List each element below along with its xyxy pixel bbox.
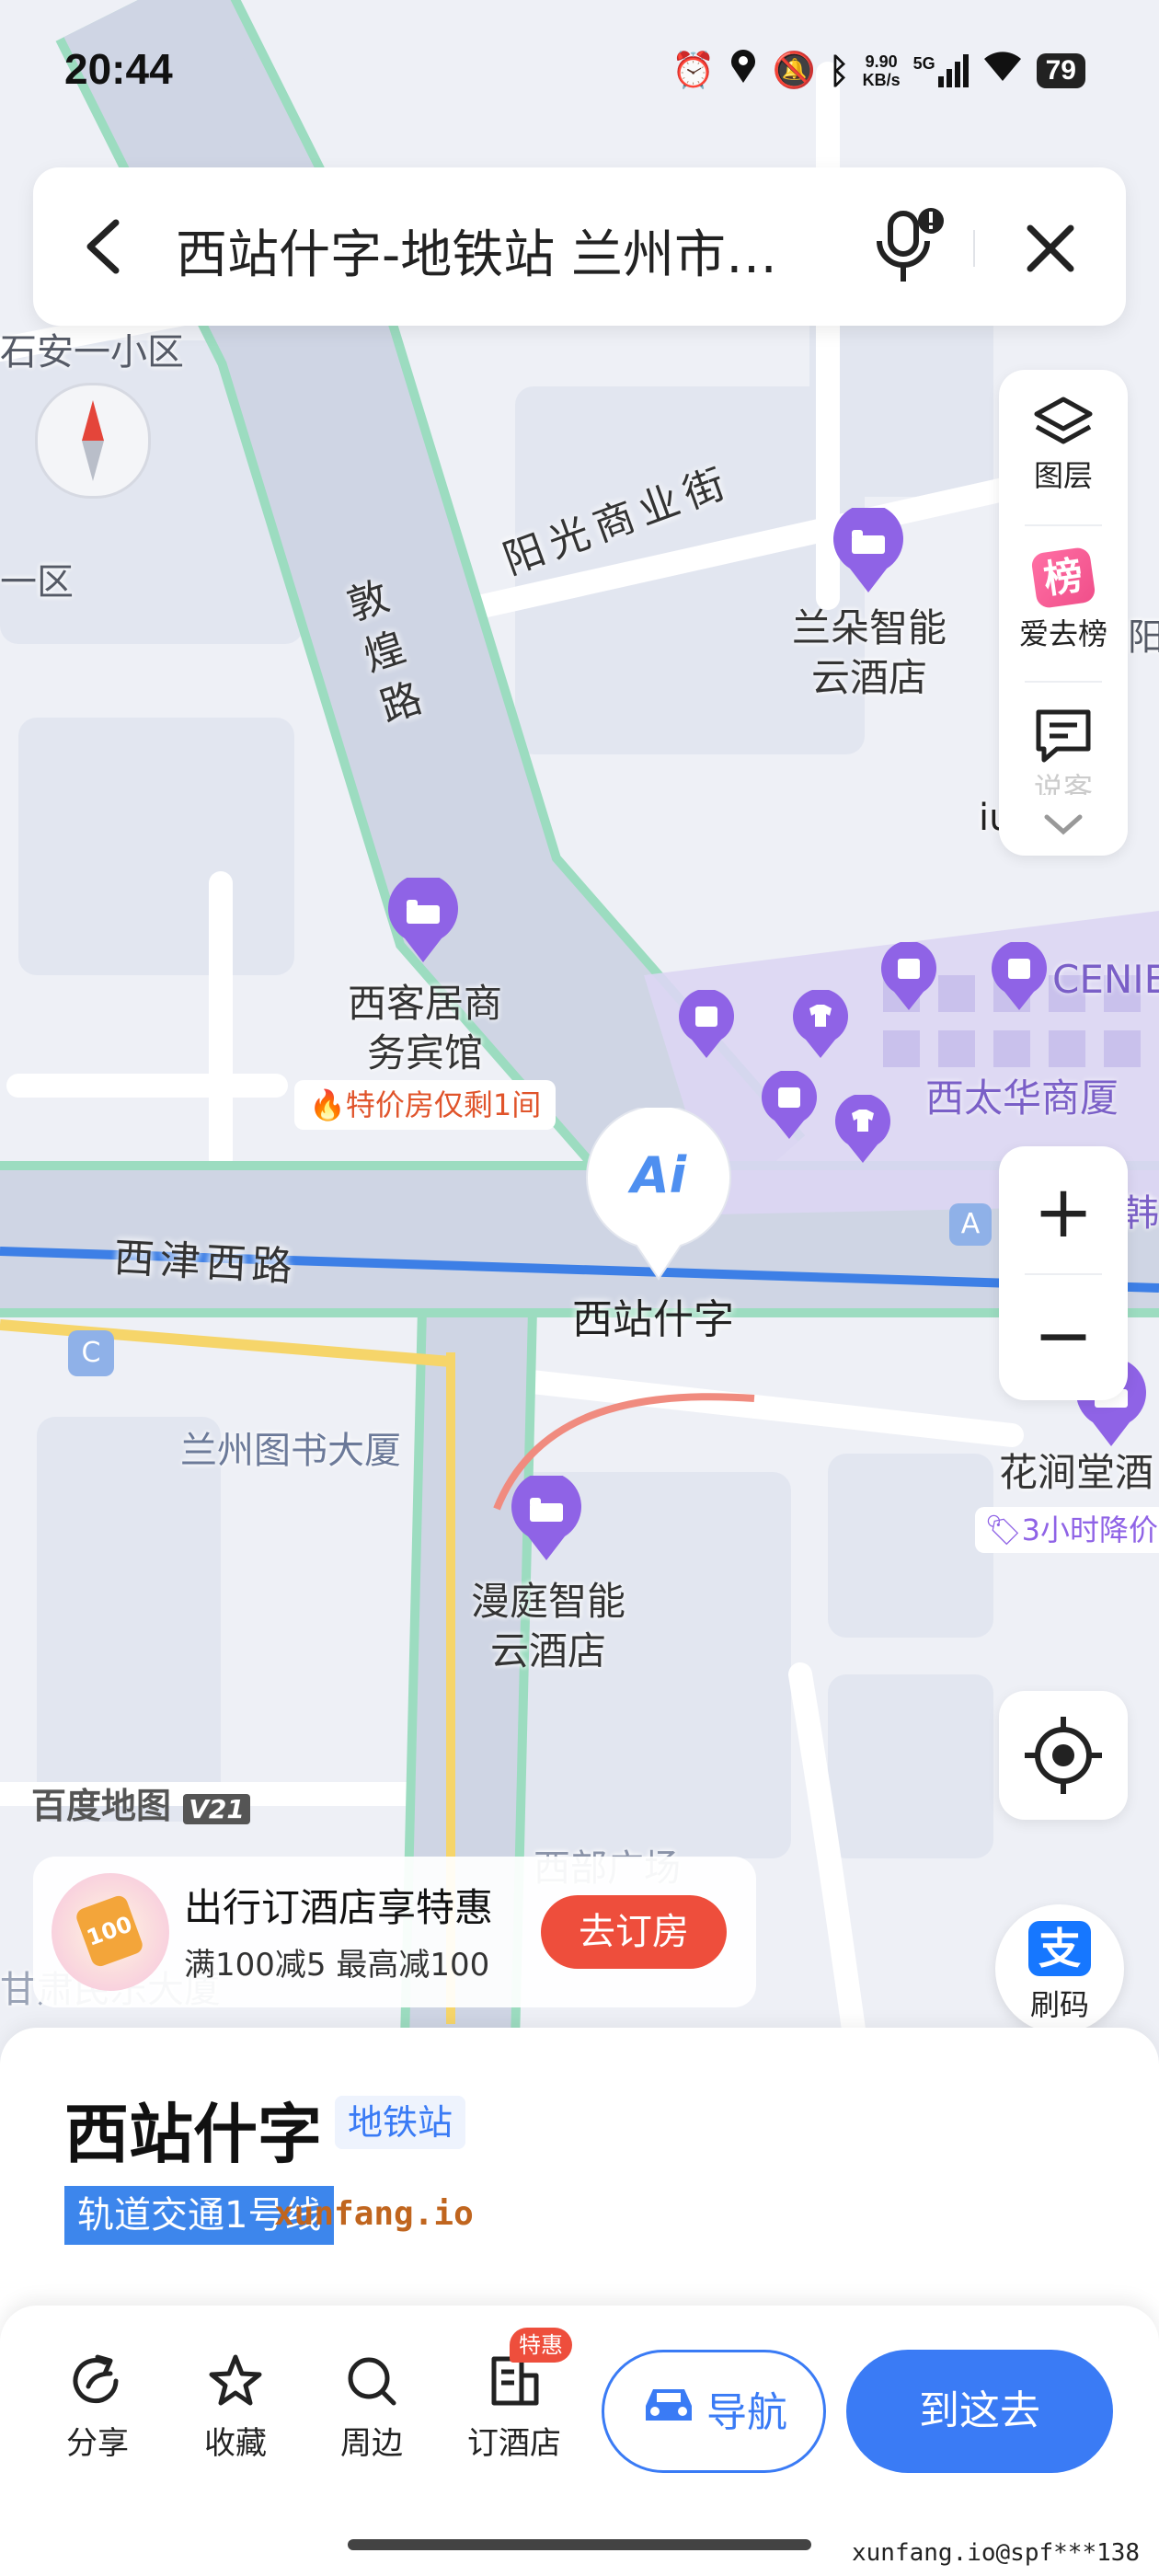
nearby-label: 周边 xyxy=(340,2425,403,2462)
shopping-bag-icon[interactable] xyxy=(879,940,938,1016)
clothing-icon[interactable] xyxy=(791,988,850,1064)
road-label: 西津西路 xyxy=(112,1234,299,1292)
exit-a-badge[interactable]: A xyxy=(949,1203,992,1246)
selected-location-marker[interactable]: Ai xyxy=(585,1104,732,1282)
shopping-bag-icon[interactable] xyxy=(677,988,736,1064)
watermark-text: xunfang.io xyxy=(274,2195,474,2233)
favorite-label: 收藏 xyxy=(204,2425,267,2462)
hotel-icon[interactable] xyxy=(386,873,460,968)
clothing-icon[interactable] xyxy=(833,1093,892,1168)
chevron-down-icon[interactable] xyxy=(1041,811,1085,841)
close-icon[interactable] xyxy=(1023,221,1078,280)
poi-label[interactable]: 漫庭智能 云酒店 xyxy=(456,1577,640,1676)
divider xyxy=(1025,524,1102,526)
car-icon xyxy=(640,2354,697,2472)
comment-button[interactable]: 说客 xyxy=(999,707,1128,795)
ranking-button[interactable]: 榜 爱去榜 xyxy=(999,546,1128,653)
alipay-scan-button[interactable]: 支 刷码 xyxy=(995,1904,1124,2033)
brand-label[interactable]: CENIE xyxy=(1052,957,1159,1002)
alarm-icon: ⏰ xyxy=(671,50,716,90)
comment-icon xyxy=(1036,709,1091,763)
comment-label: 说客 xyxy=(1033,771,1093,795)
share-label: 分享 xyxy=(66,2425,129,2462)
hotel-icon[interactable] xyxy=(510,1471,583,1566)
mute-icon: 🔕 xyxy=(772,50,816,90)
deal-tag[interactable]: 🔥特价房仅剩1间 xyxy=(294,1080,557,1130)
deal-tag[interactable]: 🏷3小时降价 xyxy=(975,1507,1159,1553)
mall-label[interactable]: 西太华商厦 xyxy=(925,1067,1119,1123)
area-label: 石安一小区 xyxy=(0,331,184,374)
promo-subtitle: 满100减5 最高减100 xyxy=(184,1947,490,1984)
divider xyxy=(973,230,975,267)
exit-c-badge[interactable]: C xyxy=(68,1330,114,1376)
share-icon xyxy=(73,2354,119,2404)
poi-label[interactable]: 兰朵智能 云酒店 xyxy=(782,604,957,703)
place-type-tag: 地铁站 xyxy=(335,2096,466,2149)
baidu-map-logo: 百度地图 V21 xyxy=(31,1777,250,1828)
nearby-button[interactable]: 周边 xyxy=(316,2353,427,2463)
alipay-icon: 支 xyxy=(1028,1921,1091,1976)
status-icons: ⏰ 🔕 ᛒ 9.90 KB/s 5G 79 xyxy=(671,48,1085,93)
flame-icon: 🔥 xyxy=(309,1087,346,1122)
go-here-button[interactable]: 到这去 xyxy=(846,2350,1113,2473)
ranking-label: 爱去榜 xyxy=(1018,616,1107,651)
selected-marker-label: 西站什字 xyxy=(572,1296,734,1343)
my-location-button[interactable] xyxy=(999,1691,1128,1820)
area-label: 一区 xyxy=(0,561,74,604)
clock: 20:44 xyxy=(64,45,173,93)
bluetooth-icon: ᛒ xyxy=(828,50,850,91)
hotel-promo-banner[interactable]: 100 出行订酒店享特惠 满100减5 最高减100 去订房 xyxy=(33,1857,756,2007)
navigate-label: 导航 xyxy=(706,2389,787,2436)
special-offer-badge: 特惠 xyxy=(510,2328,572,2363)
compass-icon[interactable] xyxy=(35,383,151,499)
book-hotel-button[interactable]: 去订房 xyxy=(541,1895,727,1969)
ranking-icon: 榜 xyxy=(1030,546,1096,610)
action-toolbar: 分享 收藏 周边 订酒店 特惠 导航 到这去 xunfang.io@spf***… xyxy=(0,2306,1159,2576)
partial-label: 阳 xyxy=(1128,616,1159,659)
shopping-bag-icon[interactable] xyxy=(760,1069,819,1144)
promo-title: 出行订酒店享特惠 xyxy=(184,1885,494,1930)
home-indicator[interactable] xyxy=(348,2539,811,2550)
area-label: 兰州图书大厦 xyxy=(180,1430,401,1472)
wifi-icon xyxy=(981,50,1024,91)
hotel-label: 订酒店 xyxy=(467,2425,561,2462)
discount-icon: 🏷 xyxy=(984,1512,1022,1547)
navigate-button[interactable]: 导航 xyxy=(602,2350,826,2473)
hotel-icon[interactable] xyxy=(832,503,905,598)
search-bar[interactable]: 西站什字-地铁站 兰州市… xyxy=(33,167,1126,326)
divider xyxy=(1025,1273,1102,1275)
search-icon xyxy=(348,2357,396,2406)
location-icon xyxy=(728,48,759,93)
place-name: 西站什字 xyxy=(64,2097,322,2172)
zoom-out-button[interactable]: − xyxy=(999,1281,1128,1391)
zoom-controls: + − xyxy=(999,1146,1128,1400)
zoom-in-button[interactable]: + xyxy=(999,1157,1128,1268)
search-query[interactable]: 西站什字-地铁站 兰州市… xyxy=(176,213,777,288)
signal-icon: 5G xyxy=(913,53,969,87)
status-bar: 20:44 ⏰ 🔕 ᛒ 9.90 KB/s 5G 79 xyxy=(0,0,1159,138)
back-icon[interactable] xyxy=(81,217,127,280)
watermark-text: xunfang.io@spf***138 xyxy=(852,2539,1141,2567)
shopping-bag-icon[interactable] xyxy=(990,940,1049,1016)
share-button[interactable]: 分享 xyxy=(42,2353,153,2463)
pay-label: 刷码 xyxy=(1029,1987,1089,2022)
ai-icon: Ai xyxy=(630,1146,687,1204)
network-speed: 9.90 KB/s xyxy=(862,52,901,89)
locate-icon xyxy=(1025,1717,1102,1794)
star-icon xyxy=(209,2354,262,2406)
layers-button[interactable]: 图层 xyxy=(999,394,1128,495)
poi-label[interactable]: 西客居商 务宾馆 xyxy=(333,979,517,1078)
layers-icon xyxy=(1034,397,1093,444)
divider xyxy=(1025,681,1102,683)
layers-label: 图层 xyxy=(1033,458,1093,493)
battery-indicator: 79 xyxy=(1036,52,1085,88)
microphone-icon[interactable] xyxy=(870,204,953,291)
map-tools-panel: 图层 榜 爱去榜 说客 xyxy=(999,370,1128,856)
poi-label[interactable]: 花涧堂酒 xyxy=(999,1448,1159,1498)
favorite-button[interactable]: 收藏 xyxy=(180,2353,291,2463)
hotel-booking-button[interactable]: 订酒店 特惠 xyxy=(454,2328,574,2463)
partial-label: 韩 xyxy=(1122,1192,1159,1235)
coupon-icon: 100 xyxy=(52,1873,169,1991)
